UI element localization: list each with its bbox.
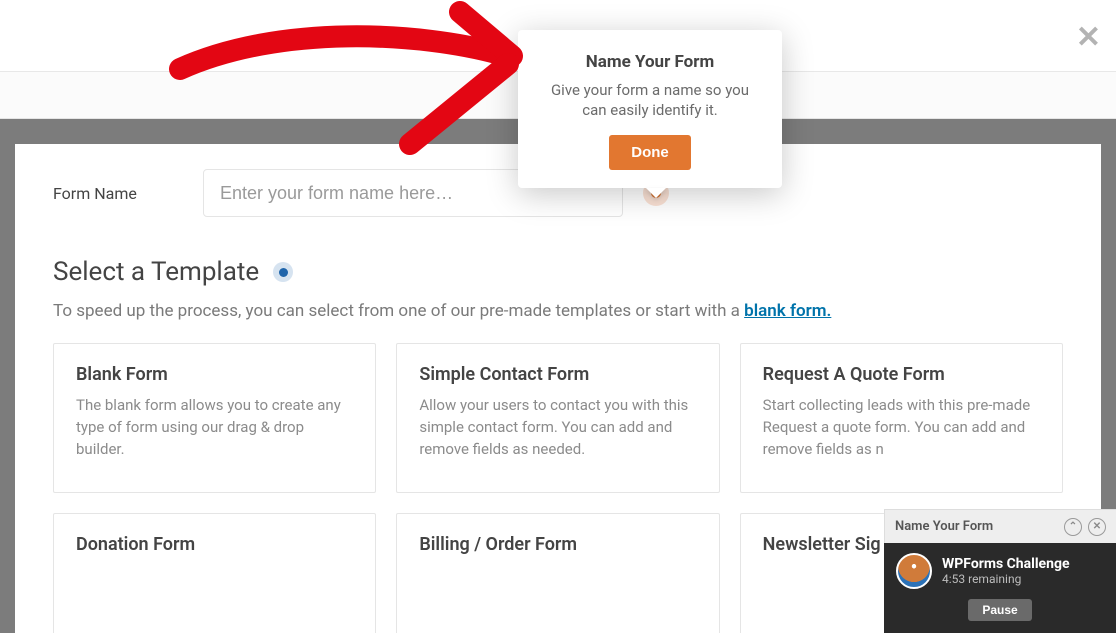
challenge-header: Name Your Form ⌃ ✕ [884, 509, 1116, 543]
template-title: Simple Contact Form [419, 364, 696, 385]
tooltip-title: Name Your Form [540, 52, 760, 72]
challenge-widget: Name Your Form ⌃ ✕ WPForms Challenge 4:5… [884, 509, 1116, 633]
template-title: Billing / Order Form [419, 534, 696, 555]
template-desc-text: To speed up the process, you can select … [53, 301, 744, 321]
template-description: To speed up the process, you can select … [53, 301, 1063, 321]
name-form-tooltip: Name Your Form Give your form a name so … [518, 30, 782, 188]
info-dot-icon [273, 262, 293, 282]
template-card-donation[interactable]: Donation Form [53, 513, 376, 633]
challenge-title: WPForms Challenge [942, 556, 1070, 572]
close-icon[interactable]: ✕ [1076, 20, 1101, 55]
template-card-blank[interactable]: Blank Form The blank form allows you to … [53, 343, 376, 493]
tooltip-body: Give your form a name so you can easily … [540, 80, 760, 121]
form-name-label: Form Name [53, 184, 203, 203]
template-desc: The blank form allows you to create any … [76, 395, 353, 460]
avatar [896, 553, 932, 589]
template-heading-text: Select a Template [53, 257, 259, 287]
template-card-quote[interactable]: Request A Quote Form Start collecting le… [740, 343, 1063, 493]
challenge-remaining: 4:53 remaining [942, 572, 1070, 586]
challenge-body: WPForms Challenge 4:53 remaining Pause [884, 543, 1116, 633]
template-title: Request A Quote Form [763, 364, 1040, 385]
pause-button[interactable]: Pause [968, 599, 1031, 621]
template-section: Select a Template To speed up the proces… [15, 257, 1101, 321]
template-title: Donation Form [76, 534, 353, 555]
collapse-icon[interactable]: ⌃ [1064, 518, 1082, 536]
template-desc: Start collecting leads with this pre-mad… [763, 395, 1040, 460]
template-desc: Allow your users to contact you with thi… [419, 395, 696, 460]
done-button[interactable]: Done [609, 135, 691, 170]
template-card-billing[interactable]: Billing / Order Form [396, 513, 719, 633]
close-challenge-icon[interactable]: ✕ [1088, 518, 1106, 536]
template-title: Blank Form [76, 364, 353, 385]
template-heading: Select a Template [53, 257, 1063, 287]
challenge-step-label: Name Your Form [895, 519, 993, 534]
blank-form-link[interactable]: blank form. [744, 301, 831, 321]
template-card-contact[interactable]: Simple Contact Form Allow your users to … [396, 343, 719, 493]
